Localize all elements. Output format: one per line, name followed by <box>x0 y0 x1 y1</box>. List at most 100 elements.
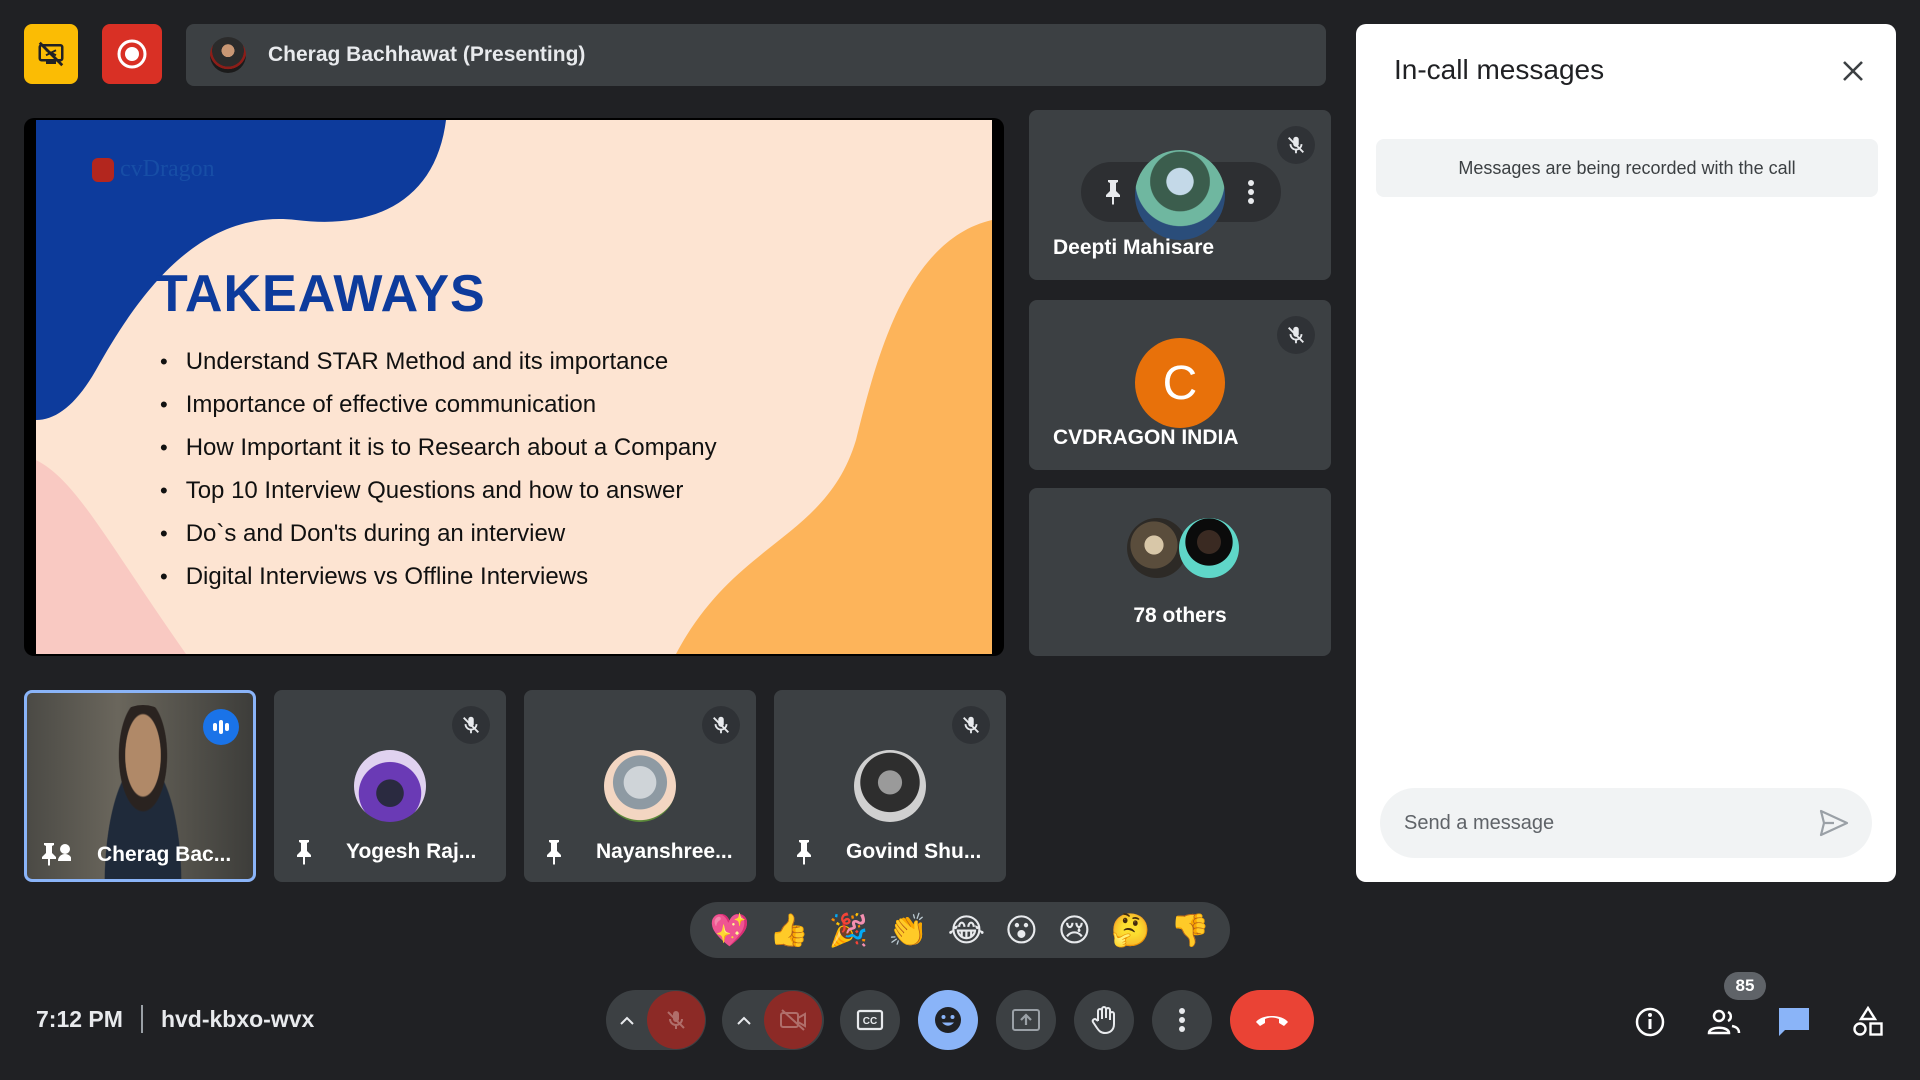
mic-off-icon <box>452 706 490 744</box>
slide-title: TAKEAWAYS <box>156 265 486 323</box>
info-icon <box>1634 1006 1666 1038</box>
presenter-bar[interactable]: Cherag Bachhawat (Presenting) <box>186 24 1326 86</box>
presenter-avatar <box>210 37 246 73</box>
captions-icon: CC <box>856 1009 884 1031</box>
svg-text:CC: CC <box>863 1016 877 1027</box>
camera-off-icon <box>779 1009 807 1031</box>
slide-bullet: Digital Interviews vs Offline Interviews <box>156 555 717 598</box>
stop-presenting-icon <box>36 39 66 69</box>
participant-name: Yogesh Raj... <box>346 840 477 863</box>
in-call-messages-panel: In-call messages Messages are being reco… <box>1356 24 1896 882</box>
mic-off-icon <box>664 1008 688 1032</box>
others-count-label: 78 others <box>1133 604 1227 627</box>
send-reaction-button[interactable] <box>918 990 978 1050</box>
pin-icon[interactable] <box>542 838 566 866</box>
chat-button[interactable] <box>1772 1000 1816 1044</box>
more-options-button[interactable] <box>1152 990 1212 1050</box>
stop-presenting-button[interactable] <box>24 24 78 84</box>
presenter-label: Cherag Bachhawat (Presenting) <box>268 43 586 66</box>
meeting-info: 7:12 PM hvd-kbxo-wvx <box>36 1005 314 1033</box>
participant-tile-others[interactable]: 78 others <box>1029 488 1331 656</box>
participant-tile-govind[interactable]: Govind Shu... <box>774 690 1006 882</box>
slide-bullet: Top 10 Interview Questions and how to an… <box>156 469 717 512</box>
more-options-icon[interactable] <box>1247 178 1257 206</box>
slide-bullet-list: Understand STAR Method and its importanc… <box>156 340 717 598</box>
pin-icon[interactable] <box>1101 178 1125 206</box>
reaction-surprised[interactable]: 😮 <box>1005 914 1038 946</box>
slide-bullet: How Important it is to Research about a … <box>156 426 717 469</box>
speaking-indicator <box>203 709 239 745</box>
meeting-code: hvd-kbxo-wvx <box>160 1005 315 1032</box>
mic-off-icon <box>1277 126 1315 164</box>
cvdragon-logo-icon <box>92 157 114 182</box>
avatar <box>354 750 426 822</box>
recording-indicator[interactable] <box>102 24 162 84</box>
slide-bullet: Importance of effective communication <box>156 383 717 426</box>
mic-options-chevron-up-icon[interactable] <box>607 1015 647 1025</box>
participant-name: Deepti Mahisare <box>1053 236 1215 259</box>
close-panel-button[interactable] <box>1836 54 1870 88</box>
recording-icon <box>116 38 148 70</box>
camera-control <box>722 990 824 1050</box>
avatar <box>1179 518 1239 578</box>
activities-button[interactable] <box>1846 1000 1890 1044</box>
send-icon[interactable] <box>1818 808 1850 838</box>
close-icon <box>1841 59 1865 83</box>
presentation-view[interactable]: cvDragon TAKEAWAYS Understand STAR Metho… <box>24 118 1004 656</box>
reactions-bar: 💖 👍 🎉 👏 😂 😮 😢 🤔 👎 <box>690 902 1230 958</box>
avatar <box>604 750 676 822</box>
participant-tile-yogesh[interactable]: Yogesh Raj... <box>274 690 506 882</box>
reaction-party[interactable]: 🎉 <box>829 914 869 946</box>
slide-brand: cvDragon <box>120 156 215 182</box>
reaction-laugh[interactable]: 😂 <box>948 914 985 946</box>
leave-call-button[interactable] <box>1230 990 1314 1050</box>
mic-toggle-button[interactable] <box>647 991 705 1049</box>
participant-name: Nayanshree... <box>596 840 733 863</box>
presentation-slide: cvDragon TAKEAWAYS Understand STAR Metho… <box>36 120 992 654</box>
participant-tile-deepti[interactable]: Deepti Mahisare <box>1029 110 1331 280</box>
reaction-heart[interactable]: 💖 <box>710 914 750 946</box>
reaction-thumbs-down[interactable]: 👎 <box>1170 914 1210 946</box>
message-input[interactable]: Send a message <box>1380 788 1872 858</box>
pin-host-icon[interactable] <box>41 839 71 867</box>
emoji-icon <box>933 1005 963 1035</box>
participant-tile-cvdragon[interactable]: C CVDRAGON INDIA <box>1029 300 1331 470</box>
avatar <box>854 750 926 822</box>
meeting-details-button[interactable] <box>1628 1000 1672 1044</box>
reaction-clap[interactable]: 👏 <box>888 914 928 946</box>
reaction-thumbs-up[interactable]: 👍 <box>769 914 809 946</box>
recording-notice: Messages are being recorded with the cal… <box>1376 139 1878 197</box>
avatar: C <box>1135 338 1225 428</box>
activities-icon <box>1852 1006 1884 1038</box>
participant-name: Govind Shu... <box>846 840 982 863</box>
participant-tile-cherag[interactable]: Cherag Bac... <box>24 690 256 882</box>
chat-icon <box>1777 1006 1811 1038</box>
participant-name: Cherag Bac... <box>97 843 232 866</box>
message-placeholder: Send a message <box>1404 811 1555 834</box>
people-button[interactable] <box>1702 1000 1746 1044</box>
participant-tile-nayanshree[interactable]: Nayanshree... <box>524 690 756 882</box>
slide-bullet: Do`s and Don'ts during an interview <box>156 512 717 555</box>
slide-logo: cvDragon <box>92 156 215 183</box>
raise-hand-button[interactable] <box>1074 990 1134 1050</box>
hang-up-icon <box>1254 1012 1290 1028</box>
camera-toggle-button[interactable] <box>764 991 822 1049</box>
camera-options-chevron-up-icon[interactable] <box>724 1015 764 1025</box>
present-now-button[interactable] <box>996 990 1056 1050</box>
divider <box>140 1005 143 1033</box>
present-screen-icon <box>1011 1008 1041 1032</box>
hand-icon <box>1090 1005 1118 1035</box>
participant-name: CVDRAGON INDIA <box>1053 426 1239 449</box>
reaction-thinking[interactable]: 🤔 <box>1111 914 1151 946</box>
more-options-icon <box>1178 1007 1186 1033</box>
pin-icon[interactable] <box>292 838 316 866</box>
reaction-sad[interactable]: 😢 <box>1058 914 1091 946</box>
slide-bullet: Understand STAR Method and its importanc… <box>156 340 717 383</box>
captions-button[interactable]: CC <box>840 990 900 1050</box>
avatar <box>1127 518 1187 578</box>
pin-icon[interactable] <box>792 838 816 866</box>
mic-off-icon <box>1277 316 1315 354</box>
people-icon <box>1706 1008 1742 1036</box>
mic-control <box>606 990 706 1050</box>
mic-off-icon <box>702 706 740 744</box>
